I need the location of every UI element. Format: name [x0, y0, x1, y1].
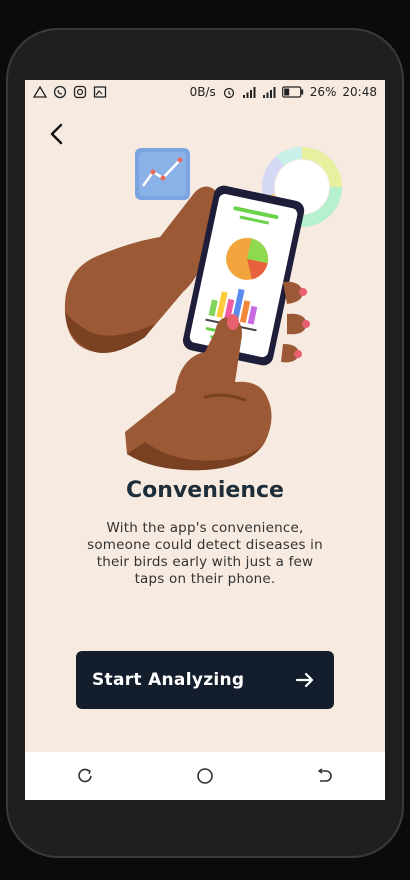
- recent-apps-button[interactable]: [75, 766, 95, 786]
- battery-icon: [281, 86, 303, 98]
- line-chart-card: [135, 148, 190, 200]
- 4g-signal-icon: [262, 87, 276, 98]
- whatsapp-icon: [53, 85, 67, 99]
- page-title: Convenience: [126, 478, 284, 503]
- home-icon: [197, 768, 213, 784]
- back-nav-icon: [317, 768, 332, 782]
- alert-icon: [33, 85, 47, 98]
- instagram-icon: [73, 85, 87, 99]
- arrow-right-icon: [295, 672, 314, 688]
- status-left: [33, 85, 107, 99]
- net-speed: 0B/s: [189, 85, 216, 99]
- signal-icon: [242, 87, 256, 98]
- alarm-icon: [223, 87, 234, 99]
- start-analyzing-button[interactable]: Start Analyzing: [76, 651, 334, 709]
- hands-phone-illustration: [64, 147, 342, 471]
- recent-apps-icon: [78, 768, 92, 783]
- start-analyzing-label: Start Analyzing: [92, 670, 245, 690]
- status-bar: 0B/s 26% 20:48: [25, 80, 385, 104]
- back-nav-button[interactable]: [315, 766, 335, 786]
- clock: 20:48: [342, 85, 377, 99]
- gallery-icon: [93, 86, 107, 98]
- system-nav-bar: [25, 752, 385, 800]
- app-screen: 0B/s 26% 20:48 Convenience With the app'…: [25, 80, 385, 800]
- status-right: 0B/s 26% 20:48: [190, 85, 377, 99]
- page-description: With the app's convenience, someone coul…: [87, 520, 323, 587]
- home-button[interactable]: [195, 766, 215, 786]
- battery-level: 26%: [309, 85, 337, 99]
